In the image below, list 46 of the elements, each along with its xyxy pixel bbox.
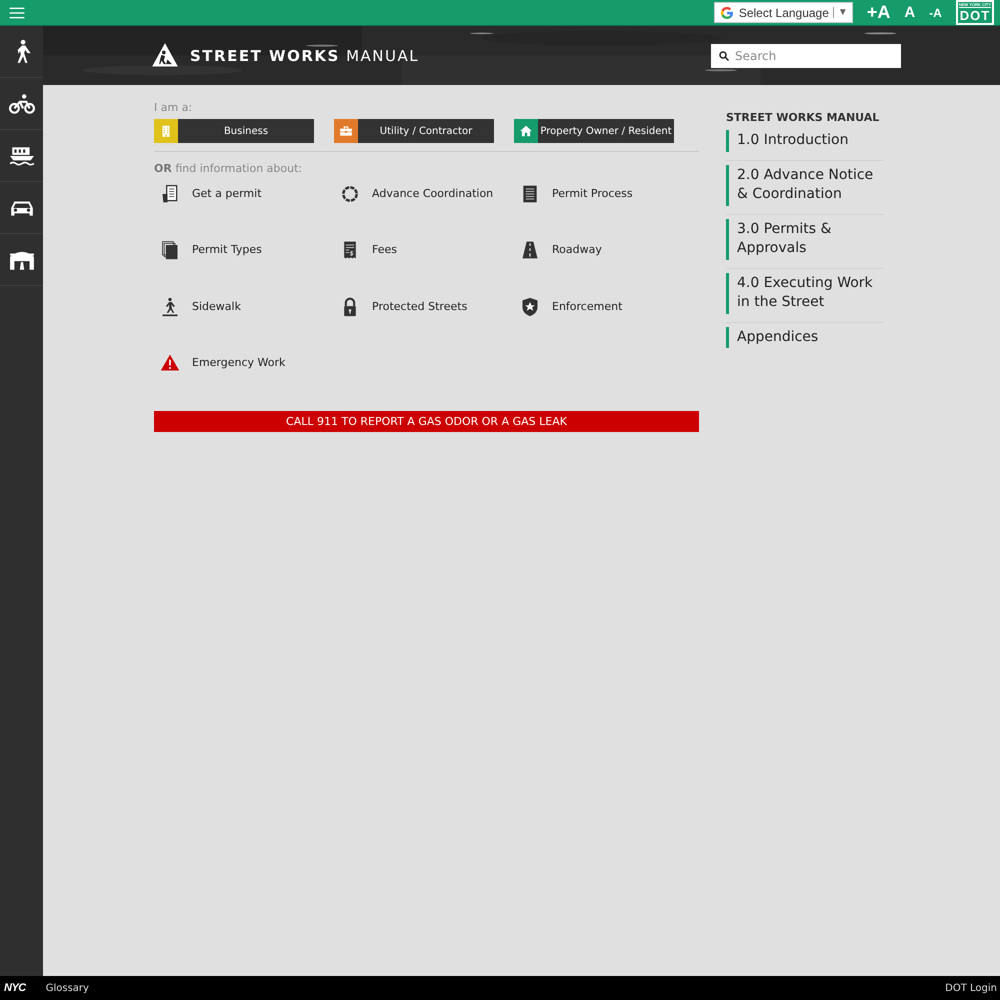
roadwork-sign-icon [150, 42, 180, 70]
permit-document-icon [160, 184, 180, 204]
topic-link[interactable]: Roadway [514, 236, 694, 293]
text-size-button[interactable]: A [904, 4, 916, 21]
role-button[interactable]: Utility / Contractor [334, 119, 494, 143]
nyc-logo: NYC [4, 982, 26, 994]
road-icon [520, 240, 540, 260]
role-label: I am a: [154, 101, 194, 114]
language-label: Select Language [738, 6, 829, 20]
topic-link[interactable]: Sidewalk [154, 292, 334, 349]
text-size-button[interactable]: -A [929, 6, 942, 20]
topic-link[interactable]: Permit Types [154, 236, 334, 293]
topics-label: OR find information about: [154, 162, 304, 175]
language-select[interactable]: Select Language ▼ [714, 2, 853, 23]
toc-link[interactable]: Appendices [726, 326, 884, 348]
warning-icon [160, 352, 180, 373]
menu-icon [8, 4, 26, 20]
google-icon [718, 4, 735, 20]
ring-icon [340, 184, 360, 204]
role-button[interactable]: Property Owner / Resident [514, 119, 674, 143]
menu-button[interactable] [8, 4, 26, 20]
toc-link[interactable]: 1.0 Introduction [726, 130, 884, 152]
toc-link[interactable]: 2.0 Advance Notice & Coordination [726, 164, 884, 206]
topic-link[interactable]: Permit Process [514, 180, 694, 236]
stacked-pages-icon [160, 240, 180, 260]
gas-leak-alert: CALL 911 TO REPORT A GAS ODOR OR A GAS LEAK [154, 411, 699, 432]
topic-link[interactable]: Protected Streets [334, 292, 514, 349]
footer-link[interactable]: Glossary [46, 982, 89, 994]
toc-link[interactable]: 4.0 Executing Work in the Street [726, 272, 884, 314]
toolbox-icon [339, 124, 353, 138]
topic-link[interactable]: Fees [334, 236, 514, 293]
topic-link[interactable]: Emergency Work [154, 348, 334, 406]
topic-link[interactable]: Get a permit [154, 180, 334, 236]
search-icon [718, 50, 730, 62]
toc-title: STREET WORKS MANUAL [726, 111, 880, 124]
house-icon [519, 124, 533, 138]
shield-star-icon [520, 296, 540, 317]
search-field[interactable]: Search [711, 44, 901, 68]
topic-link[interactable]: Enforcement [514, 292, 694, 349]
role-button[interactable]: Business [154, 119, 314, 143]
text-size-button[interactable]: +A [866, 2, 890, 23]
toc-link[interactable]: 3.0 Permits & Approvals [726, 218, 884, 260]
site-title: STREET WORKS MANUAL [190, 46, 420, 64]
topic-link[interactable]: Advance Coordination [334, 180, 514, 236]
pedestrian-icon [160, 296, 180, 317]
footer-link[interactable]: DOT Login [945, 982, 997, 994]
